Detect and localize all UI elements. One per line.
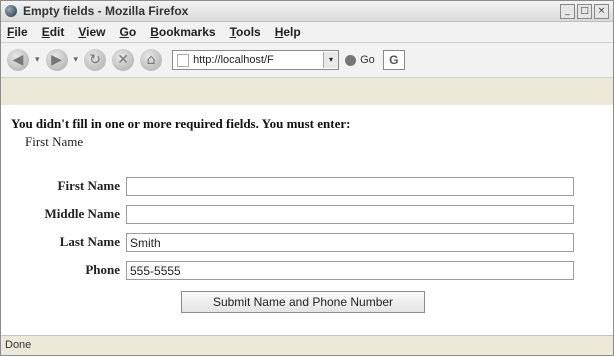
go-button[interactable]: Go bbox=[345, 54, 375, 66]
phone-row: Phone 555-5555 bbox=[1, 259, 574, 281]
browser-window: Empty fields - Mozilla Firefox _ □ × Fil… bbox=[0, 0, 614, 356]
last-name-input[interactable]: Smith bbox=[126, 232, 574, 252]
forward-dropdown-icon[interactable]: ▾ bbox=[74, 55, 79, 65]
address-bar[interactable]: http://localhost/F ▾ bbox=[172, 50, 340, 70]
stop-icon[interactable]: ✕ bbox=[112, 49, 135, 71]
menu-help[interactable]: Help bbox=[275, 25, 301, 39]
phone-label: Phone bbox=[85, 262, 120, 277]
phone-input[interactable]: 555-5555 bbox=[126, 260, 574, 280]
first-name-row: First Name bbox=[1, 175, 574, 197]
middle-name-row: Middle Name bbox=[1, 203, 574, 225]
window-title: Empty fields - Mozilla Firefox bbox=[23, 4, 189, 18]
back-dropdown-icon[interactable]: ▾ bbox=[35, 55, 40, 65]
submit-button[interactable]: Submit Name and Phone Number bbox=[181, 291, 425, 313]
reload-icon[interactable]: ↻ bbox=[84, 49, 107, 71]
page-content: You didn't fill in one or more required … bbox=[1, 105, 613, 336]
menu-edit[interactable]: Edit bbox=[42, 25, 65, 39]
first-name-label: First Name bbox=[57, 178, 120, 193]
first-name-input[interactable] bbox=[126, 176, 574, 196]
menu-tools[interactable]: Tools bbox=[230, 25, 261, 39]
menu-bookmarks[interactable]: Bookmarks bbox=[150, 25, 215, 39]
close-icon[interactable]: × bbox=[594, 3, 609, 19]
url-dropdown-icon[interactable]: ▾ bbox=[323, 52, 339, 68]
url-text: http://localhost/F bbox=[193, 54, 274, 66]
status-bar: Done bbox=[1, 335, 613, 355]
back-arrow-icon[interactable]: ◀ bbox=[7, 49, 29, 71]
menu-view[interactable]: View bbox=[78, 25, 105, 39]
menu-go[interactable]: Go bbox=[120, 25, 137, 39]
window-controls: _ □ × bbox=[560, 3, 609, 19]
menu-file[interactable]: File bbox=[7, 25, 28, 39]
missing-field-name: First Name bbox=[25, 134, 84, 149]
last-name-row: Last Name Smith bbox=[1, 231, 574, 253]
last-name-label: Last Name bbox=[59, 234, 120, 249]
search-engine-icon[interactable]: G bbox=[382, 50, 405, 70]
forward-arrow-icon[interactable]: ▶ bbox=[45, 49, 68, 71]
maximize-icon[interactable]: □ bbox=[577, 3, 592, 19]
middle-name-input[interactable] bbox=[126, 204, 574, 224]
home-icon[interactable]: ⌂ bbox=[140, 49, 163, 71]
minimize-icon[interactable]: _ bbox=[560, 3, 575, 19]
go-icon bbox=[345, 54, 357, 66]
menu-bar: File Edit View Go Bookmarks Tools Help bbox=[1, 22, 613, 43]
middle-name-label: Middle Name bbox=[44, 206, 120, 221]
firefox-logo-icon bbox=[5, 5, 17, 17]
page-icon bbox=[177, 53, 190, 67]
title-bar: Empty fields - Mozilla Firefox _ □ × bbox=[1, 1, 613, 22]
error-message: You didn't fill in one or more required … bbox=[11, 116, 351, 131]
go-label: Go bbox=[360, 54, 375, 66]
navigation-toolbar: ◀ ▾ ▶ ▾ ↻ ✕ ⌂ http://localhost/F ▾ Go G bbox=[1, 43, 613, 78]
